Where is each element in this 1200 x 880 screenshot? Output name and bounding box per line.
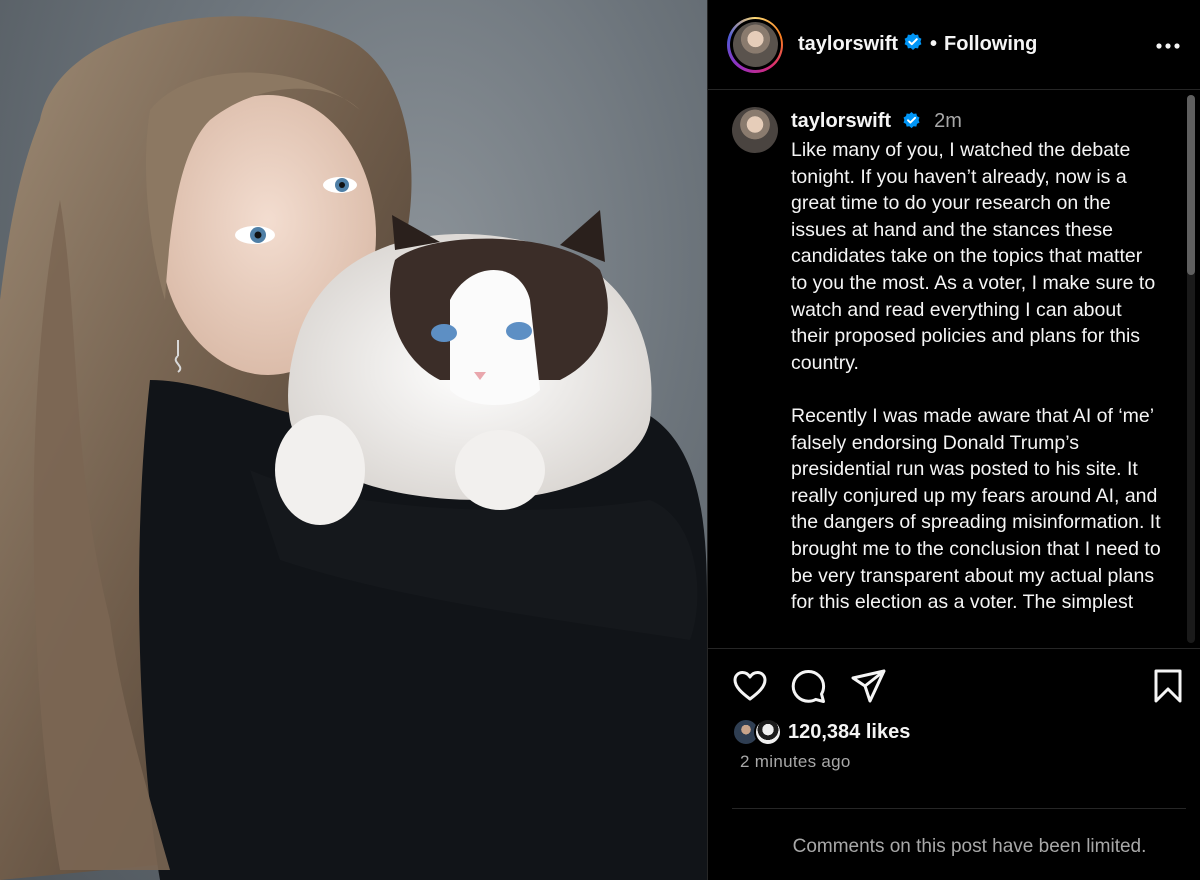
avatar[interactable]: [732, 22, 778, 67]
liker-avatar[interactable]: [754, 718, 782, 746]
story-ring[interactable]: [727, 16, 783, 73]
photo-illustration: [0, 16, 707, 880]
scrollbar-thumb[interactable]: [1187, 95, 1195, 275]
heart-icon[interactable]: [732, 668, 768, 709]
caption-username[interactable]: taylorswift: [791, 110, 891, 132]
action-bar: [732, 668, 1182, 708]
share-icon[interactable]: [850, 668, 888, 709]
header-separator: •: [930, 33, 938, 55]
caption-timestamp[interactable]: 2m: [934, 110, 962, 132]
divider: [732, 808, 1186, 809]
caption-section: taylorswift 2m Like many of you, I watch…: [708, 91, 1200, 649]
caption-scrollbar[interactable]: [1187, 95, 1195, 643]
post-sidebar: taylorswift • Following taylorswift 2m L…: [707, 0, 1200, 880]
caption-avatar[interactable]: [732, 107, 778, 153]
comments-limited-notice: Comments on this post have been limited.: [792, 836, 1147, 857]
following-button[interactable]: Following: [944, 33, 1037, 56]
post-header: taylorswift • Following: [708, 0, 1200, 90]
post-photo[interactable]: [0, 0, 707, 880]
caption-body: taylorswift 2m Like many of you, I watch…: [791, 108, 1161, 616]
likes-count[interactable]: 120,384 likes: [788, 721, 910, 744]
verified-badge-icon: [902, 111, 921, 137]
verified-badge-icon: [903, 32, 923, 57]
caption-header: taylorswift 2m: [791, 108, 1161, 137]
comment-icon[interactable]: [790, 668, 826, 709]
post-timestamp[interactable]: 2 minutes ago: [740, 752, 851, 772]
bookmark-icon[interactable]: [1152, 668, 1184, 709]
caption-text: Like many of you, I watched the debate t…: [791, 139, 1161, 614]
more-options-icon[interactable]: [1155, 34, 1181, 63]
header-username[interactable]: taylorswift: [798, 33, 898, 56]
instagram-post: taylorswift • Following taylorswift 2m L…: [0, 0, 1200, 880]
likes-row: 120,384 likes: [732, 716, 910, 748]
